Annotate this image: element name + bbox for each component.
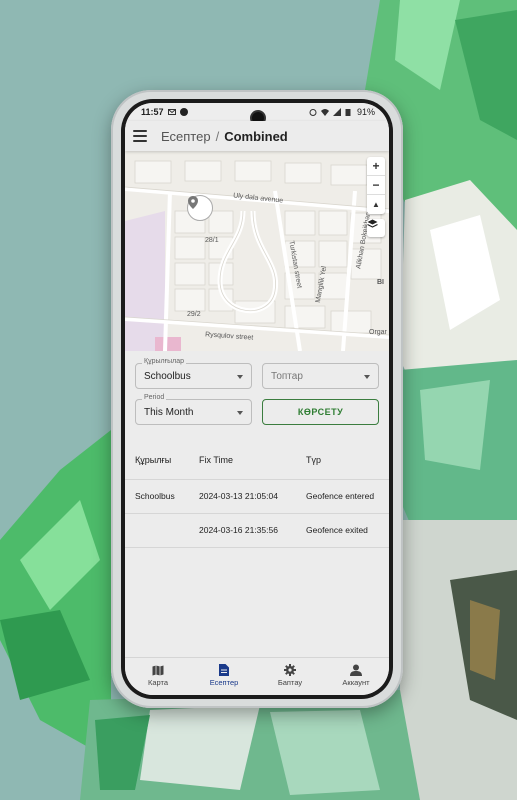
status-time: 11:57 (141, 107, 164, 117)
breadcrumb-parent[interactable]: Есептер (161, 129, 211, 144)
page-title: Combined (224, 128, 288, 144)
period-select-value: This Month (144, 406, 194, 418)
nav-label-account: Аккаунт (342, 678, 370, 687)
map-label-bi: BI (377, 279, 384, 286)
table-row[interactable]: Schoolbus 2024-03-13 21:05:04 Geofence e… (125, 479, 389, 514)
map-view[interactable]: Uly dala avenue 28/1 Turkistan street Ma… (125, 151, 389, 351)
signal-icon (332, 108, 341, 116)
app-display: 11:57 91% Есептер / Combined Uly dala av… (125, 103, 389, 695)
chevron-down-icon (237, 375, 243, 379)
groups-select-placeholder: Топтар (271, 370, 303, 382)
nav-item-reports[interactable]: Есептер (194, 664, 254, 687)
menu-icon[interactable] (133, 130, 147, 142)
map-label-orgar: Orgar (369, 329, 387, 336)
alarm-icon (309, 108, 317, 116)
nav-label-map: Карта (147, 677, 169, 687)
layers-icon (367, 219, 378, 228)
period-select[interactable]: Period This Month (135, 394, 253, 425)
layers-button[interactable] (367, 219, 385, 237)
show-button[interactable]: КӨРСЕТУ (262, 399, 379, 425)
device-select-value: Schoolbus (144, 370, 191, 382)
zoom-control: + − ▲ (367, 157, 385, 214)
battery-level: 91% (356, 107, 375, 117)
device-select[interactable]: Құрылғылар Schoolbus (135, 358, 252, 389)
table-header-row: Құрылғы Fix Time Түр (125, 441, 389, 480)
person-icon (350, 664, 362, 676)
battery-icon (345, 108, 353, 116)
column-header-type: Түр (296, 441, 389, 480)
compass-button[interactable]: ▲ (367, 195, 385, 214)
cell-device: Schoolbus (125, 479, 189, 514)
nav-label-reports: Есептер (209, 678, 239, 687)
phone-screen: 11:57 91% Есептер / Combined Uly dala av… (121, 99, 393, 699)
device-select-label: Құрылғылар (142, 358, 187, 365)
cell-type: Geofence exited (296, 513, 389, 548)
nav-item-account[interactable]: Аккаунт (326, 664, 386, 687)
report-filters: Құрылғылар Schoolbus Топтар Period This … (125, 351, 389, 425)
chevron-down-icon (364, 375, 370, 379)
mail-icon (167, 108, 176, 116)
zoom-out-button[interactable]: − (367, 176, 385, 195)
column-header-device: Құрылғы (125, 441, 189, 480)
bottom-navigation: Карта Есептер Баптау Аккаунт (125, 657, 389, 695)
map-label-29-2: 29/2 (187, 311, 201, 318)
map-icon (152, 665, 164, 675)
app-bar: Есептер / Combined (125, 121, 389, 151)
cell-fix-time: 2024-03-13 21:05:04 (189, 479, 296, 514)
nav-label-settings: Баптау (277, 678, 303, 687)
zoom-in-button[interactable]: + (367, 157, 385, 176)
breadcrumb-separator: / (215, 128, 220, 144)
cell-type: Geofence entered (296, 479, 389, 514)
events-table: Құрылғы Fix Time Түр Schoolbus 2024-03-1… (125, 441, 389, 548)
column-header-fix-time: Fix Time (189, 441, 296, 480)
gear-icon (284, 664, 296, 676)
groups-select[interactable]: Топтар (262, 363, 379, 389)
location-pin-icon (188, 196, 198, 209)
nav-item-map[interactable]: Карта (128, 665, 188, 687)
report-icon (219, 664, 229, 676)
table-row[interactable]: 2024-03-16 21:35:56 Geofence exited (125, 513, 389, 548)
cell-device (125, 513, 189, 548)
location-pin-button[interactable] (187, 195, 213, 221)
map-label-28-1: 28/1 (205, 237, 219, 244)
chevron-down-icon (237, 411, 244, 415)
period-select-label: Period (142, 394, 167, 401)
cell-fix-time: 2024-03-16 21:35:56 (189, 513, 296, 548)
nav-item-settings[interactable]: Баптау (260, 664, 320, 687)
app-notification-icon (179, 108, 188, 116)
wifi-icon (320, 108, 329, 116)
